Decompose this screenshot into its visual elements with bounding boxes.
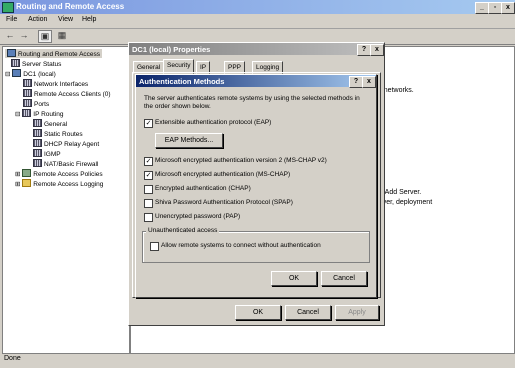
properties-close-button[interactable]: x [370,44,384,56]
tree-item-root[interactable]: Routing and Remote Access [5,49,103,58]
allow-unauthenticated-label: Allow remote systems to connect without … [161,242,321,249]
auth-ok-button[interactable]: OK [271,271,317,286]
console-tree-icon[interactable]: ▣ [38,30,52,43]
main-title-bar: Routing and Remote Access _ ▫ x [0,0,515,14]
pap-checkbox[interactable] [144,213,153,222]
app-icon [2,2,14,13]
tree-item-remote-access-logging[interactable]: ⊞ Remote Access Logging [15,179,103,188]
close-button[interactable]: x [501,2,515,14]
eap-label: Extensible authentication protocol (EAP) [155,119,272,126]
spap-label: Shiva Password Authentication Protocol (… [155,199,293,206]
properties-apply-button[interactable]: Apply [335,305,379,320]
folder-icon [22,179,32,187]
minimize-button[interactable]: _ [475,2,489,14]
properties-help-button[interactable]: ? [357,44,371,56]
tree-item-ip-routing[interactable]: ⊟ IP Routing [15,109,64,118]
mschapv2-label: Microsoft encrypted authentication versi… [155,157,327,164]
mschapv2-checkbox[interactable]: ✓ [144,157,153,166]
properties-ok-button[interactable]: OK [235,305,281,320]
auth-cancel-button[interactable]: Cancel [321,271,367,286]
auth-description: The server authenticates remote systems … [144,95,360,110]
tree-item-igmp[interactable]: IGMP [33,149,61,158]
status-icon [11,59,20,67]
igmp-icon [33,149,42,157]
mschap-checkbox[interactable]: ✓ [144,171,153,180]
tree-item-remote-access-clients[interactable]: Remote Access Clients (0) [23,89,111,98]
menu-help[interactable]: Help [82,16,96,23]
server-icon [12,69,22,77]
chap-checkbox[interactable] [144,185,153,194]
tree-item-dc1[interactable]: ⊟ DC1 (local) [5,69,56,78]
window-title: Routing and Remote Access [16,2,125,11]
spap-checkbox[interactable] [144,199,153,208]
tree-item-static-routes[interactable]: Static Routes [33,129,83,138]
relay-icon [33,139,42,147]
authentication-methods-dialog: Authentication Methods ? x The server au… [135,74,377,298]
network-icon [23,79,32,87]
menu-file[interactable]: File [6,16,17,23]
tree-item-network-interfaces[interactable]: Network Interfaces [23,79,88,88]
firewall-icon [33,159,42,167]
ports-icon [23,99,32,107]
general-icon [33,119,42,127]
pap-label: Unencrypted password (PAP) [155,213,241,220]
tree-item-dhcp-relay[interactable]: DHCP Relay Agent [33,139,99,148]
properties-icon[interactable]: ▦ [56,30,68,41]
tree-item-remote-access-policies[interactable]: ⊞ Remote Access Policies [15,169,103,178]
clients-icon [23,89,32,97]
eap-checkbox[interactable]: ✓ [144,119,153,128]
auth-help-button[interactable]: ? [349,76,363,88]
tree-item-server-status[interactable]: Server Status [11,59,61,68]
policy-icon [22,169,32,177]
eap-methods-button[interactable]: EAP Methods... [155,133,223,148]
server-icon [7,49,16,57]
properties-title-bar: DC1 (local) Properties ? x [129,43,384,56]
status-text: Done [4,355,21,362]
chap-label: Encrypted authentication (CHAP) [155,185,251,192]
allow-unauthenticated-checkbox[interactable] [150,242,159,251]
auth-title: Authentication Methods [139,77,225,86]
auth-title-bar: Authentication Methods ? x [136,75,376,88]
routes-icon [33,129,42,137]
menu-action[interactable]: Action [28,16,47,23]
back-arrow-icon[interactable]: ← [4,30,16,41]
mschap-label: Microsoft encrypted authentication (MS-C… [155,171,291,178]
menu-view[interactable]: View [58,16,73,23]
routing-icon [22,109,32,117]
tree-item-ports[interactable]: Ports [23,99,49,108]
tree-item-nat[interactable]: NAT/Basic Firewall [33,159,98,168]
menu-bar: File Action View Help [0,14,515,29]
status-bar: Done [0,352,515,368]
properties-title: DC1 (local) Properties [132,45,211,54]
auth-close-button[interactable]: x [362,76,376,88]
maximize-button[interactable]: ▫ [488,2,502,14]
forward-arrow-icon[interactable]: → [18,30,30,41]
unauthenticated-access-label: Unauthenticated access [146,227,220,234]
properties-cancel-button[interactable]: Cancel [285,305,331,320]
tree-item-general[interactable]: General [33,119,67,128]
console-tree: Routing and Remote Access Server Status … [2,46,130,354]
